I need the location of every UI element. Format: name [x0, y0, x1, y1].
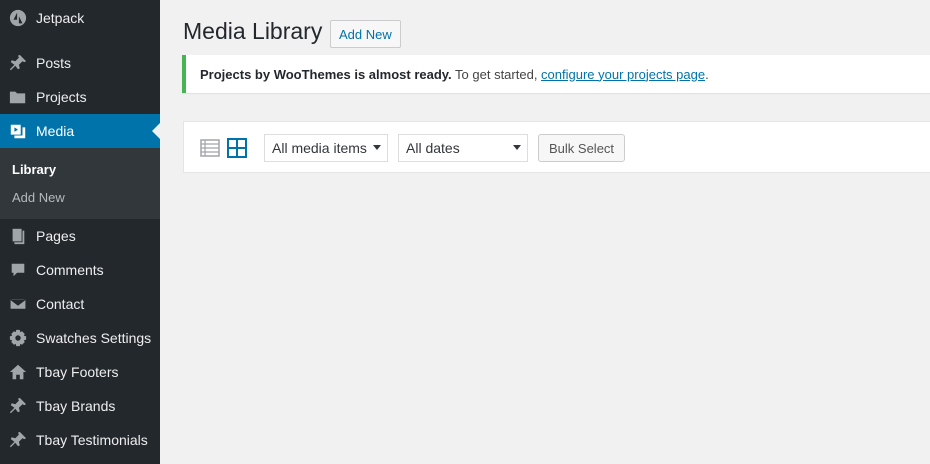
sidebar-item-label: Media: [36, 123, 75, 139]
submenu-item-library[interactable]: Library: [12, 162, 56, 177]
jetpack-icon: [8, 8, 28, 28]
media-icon: [8, 121, 28, 141]
sidebar-item-label: Posts: [36, 55, 72, 71]
pin-icon: [8, 396, 28, 416]
gear-icon: [8, 328, 28, 348]
configure-projects-link[interactable]: configure your projects page: [541, 67, 705, 82]
sidebar-item-label: Swatches Settings: [36, 330, 152, 346]
chevron-down-icon: [373, 145, 381, 150]
grid-view-icon[interactable]: [227, 138, 247, 158]
sidebar-item-media[interactable]: Media: [0, 114, 160, 148]
notice-bold-text: Projects by WooThemes is almost ready.: [200, 66, 452, 82]
sidebar-item-tbay-footers[interactable]: Tbay Footers: [0, 355, 160, 389]
sidebar-item-swatches-settings[interactable]: Swatches Settings: [0, 321, 160, 355]
comment-icon: [8, 260, 28, 280]
notice-text: To get started,: [451, 66, 542, 82]
bulk-select-button[interactable]: Bulk Select: [538, 134, 626, 162]
sidebar-item-label: Pages: [36, 228, 76, 244]
current-indicator-arrow: [152, 123, 160, 139]
home-icon: [8, 362, 28, 382]
folder-icon: [8, 87, 28, 107]
add-new-button[interactable]: Add New: [330, 20, 401, 48]
media-type-filter-value: All media items: [272, 140, 367, 156]
sidebar-item-label: Jetpack: [36, 10, 85, 26]
date-filter-value: All dates: [406, 140, 460, 156]
sidebar-item-contact[interactable]: Contact: [0, 287, 160, 321]
submenu-item-add-new[interactable]: Add New: [12, 190, 65, 205]
envelope-icon: [8, 294, 28, 314]
sidebar-item-posts[interactable]: Posts: [0, 46, 160, 80]
sidebar-item-projects[interactable]: Projects: [0, 80, 160, 114]
sidebar-item-tbay-brands[interactable]: Tbay Brands: [0, 389, 160, 423]
admin-sidebar: Jetpack Posts Projects Media Library Add…: [0, 0, 160, 464]
media-submenu: Library Add New: [0, 148, 160, 219]
sidebar-item-jetpack[interactable]: Jetpack: [0, 1, 160, 35]
pin-icon: [8, 430, 28, 450]
sidebar-item-label: Contact: [36, 296, 85, 312]
pin-icon: [8, 53, 28, 73]
pages-icon: [8, 226, 28, 246]
sidebar-item-label: Projects: [36, 89, 87, 105]
setup-notice: Projects by WooThemes is almost ready. T…: [182, 55, 930, 93]
media-type-filter[interactable]: All media items: [264, 134, 388, 162]
media-toolbar: All media items All dates Bulk Select: [183, 121, 930, 173]
sidebar-item-comments[interactable]: Comments: [0, 253, 160, 287]
sidebar-item-pages[interactable]: Pages: [0, 219, 160, 253]
sidebar-item-label: Tbay Footers: [36, 364, 119, 380]
page-title: Media Library: [183, 18, 323, 44]
notice-message: Projects by WooThemes is almost ready. T…: [200, 67, 709, 82]
list-view-icon[interactable]: [200, 138, 220, 158]
sidebar-item-tbay-testimonials[interactable]: Tbay Testimonials: [0, 423, 160, 457]
chevron-down-icon: [513, 145, 521, 150]
sidebar-item-label: Tbay Testimonials: [36, 432, 148, 448]
date-filter[interactable]: All dates: [398, 134, 528, 162]
sidebar-item-label: Comments: [36, 262, 104, 278]
sidebar-item-label: Tbay Brands: [36, 398, 116, 414]
notice-end: .: [705, 66, 709, 82]
